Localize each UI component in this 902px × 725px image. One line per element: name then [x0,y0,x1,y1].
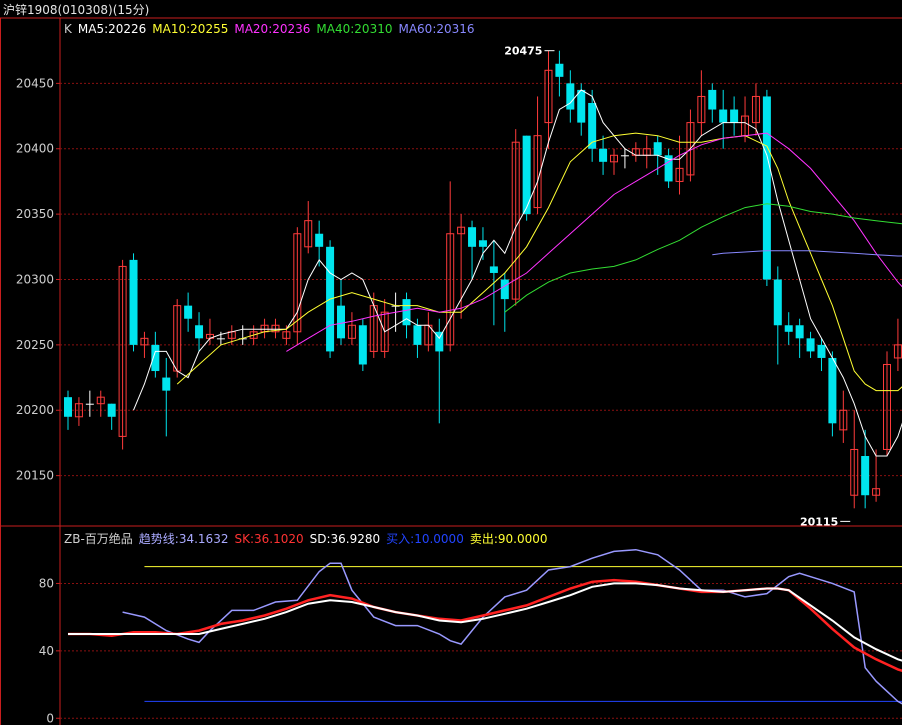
indicator-series-line-0 [122,548,902,705]
candle-down [817,344,826,358]
price-tick-label: 20400 [16,142,54,156]
high-price-label: 20475 [504,45,542,58]
candle-down [489,266,498,273]
candle-down [784,325,793,332]
candle-down [468,227,477,247]
indicator-tick-label: 0 [46,711,54,725]
candle-down [719,109,728,123]
candle-down [773,279,782,326]
candle-down [64,397,72,417]
candle-down [129,259,138,345]
candle-down [653,142,662,156]
indicator-series-line-2 [68,582,902,662]
candle-down [478,240,487,247]
candle-down [522,135,531,215]
indicator-tick-label: 80 [39,576,54,590]
candle-down [762,96,771,280]
price-tick-label: 20300 [16,272,54,286]
candle-down [577,89,586,123]
candle-down [184,305,193,319]
candle-down [708,89,717,110]
candle-down [151,344,160,372]
candle-down [413,325,422,345]
candle-down [861,456,870,496]
kline-chart[interactable]: 20150 20200 20250 20300 20350 20400 20450 0 40 80… [0,0,902,725]
candle-down [599,148,608,162]
candle-down [806,338,815,352]
candle-down [358,325,367,365]
candle-down [162,377,171,391]
candle-doji [620,155,629,157]
indicator-tick-label: 40 [39,644,54,658]
candle-doji [85,403,94,405]
low-price-label: 20115 [800,515,838,528]
candle-down [107,403,116,417]
candle-down [795,325,804,339]
candle-down [315,233,324,247]
candle-down [402,299,411,326]
candle-down [337,305,345,339]
candle-down [566,83,575,110]
ma60-line [712,250,902,257]
indicator-series-line-1 [68,578,902,672]
candle-down [730,109,739,123]
price-tick-label: 20150 [16,469,54,483]
price-tick-label: 20350 [16,207,54,221]
price-tick-label: 20450 [16,76,54,90]
candle-down [828,357,837,424]
ma40-line [504,203,902,313]
candle-down [195,325,204,339]
candle-down [500,279,509,300]
price-tick-label: 20200 [16,403,54,417]
candle-down [555,63,564,77]
price-tick-label: 20250 [16,338,54,352]
candle-doji [216,338,225,340]
ma5-line [133,89,902,457]
